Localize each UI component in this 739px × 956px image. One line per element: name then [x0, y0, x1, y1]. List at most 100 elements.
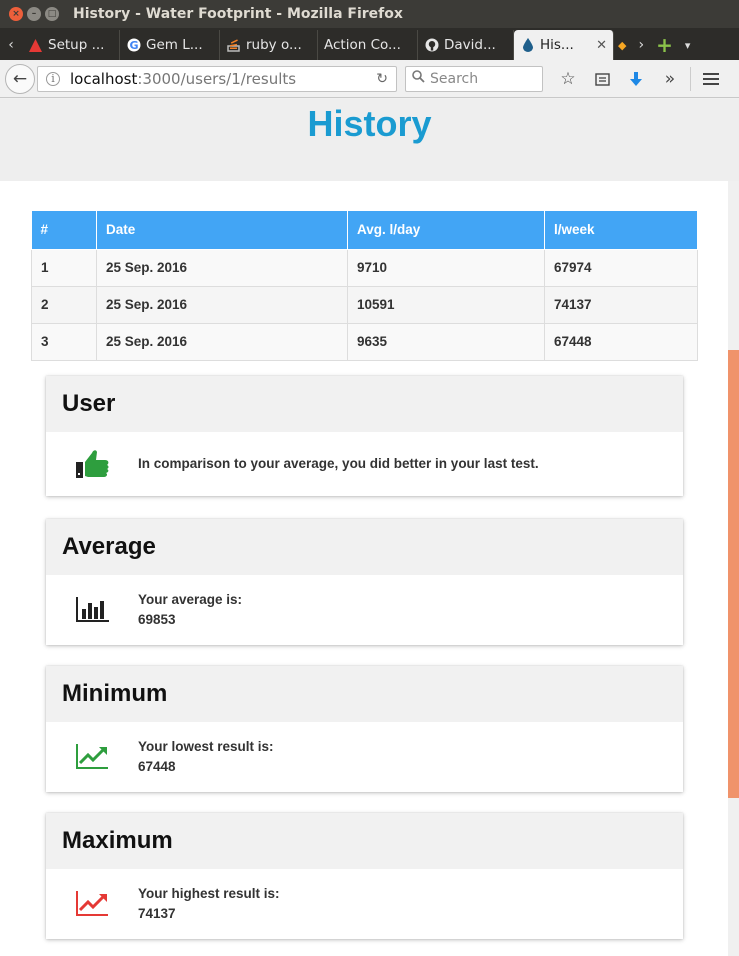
card-body: Your average is: 69853 — [46, 575, 683, 645]
table-cell: 3 — [31, 322, 97, 361]
search-placeholder: Search — [430, 70, 479, 87]
table-cell: 1 — [31, 248, 97, 287]
table-row: 1 25 Sep. 2016 9710 67974 — [31, 248, 698, 287]
window-maximize-button[interactable]: □ — [45, 7, 59, 21]
bar-chart-icon — [74, 592, 110, 628]
bookmark-star-icon[interactable]: ☆ — [551, 64, 585, 94]
maximum-label: Your highest result is: — [138, 886, 280, 901]
card-title: Average — [46, 519, 683, 575]
average-text-block: Your average is: 69853 — [138, 590, 242, 630]
orange-tab-edge-icon: ◆ — [618, 38, 627, 52]
tab-bar: ‹ Setup ... G Gem L... ruby o... Action … — [0, 28, 739, 60]
tab-bar-controls: ◆ › + ▾ — [614, 30, 690, 60]
new-tab-plus-icon[interactable]: + — [656, 33, 673, 57]
user-comparison-text: In comparison to your average, you did b… — [138, 456, 539, 471]
page-viewport: History # Date Avg. l/day l/week 1 25 Se… — [0, 99, 739, 956]
tab-scroll-left-button[interactable]: ‹ — [0, 30, 22, 60]
tab-history-active[interactable]: His... ✕ — [514, 30, 614, 60]
maximum-value: 74137 — [138, 906, 176, 921]
card-body: Your lowest result is: 67448 — [46, 722, 683, 792]
table-cell: 25 Sep. 2016 — [96, 322, 348, 361]
tab-david[interactable]: David... — [418, 30, 514, 60]
table-cell: 74137 — [544, 285, 698, 324]
tab-label: ruby o... — [246, 37, 302, 53]
column-header: Date — [96, 211, 348, 250]
url-path: :3000/users/1/results — [137, 69, 297, 88]
overflow-chevron-icon[interactable]: » — [653, 64, 687, 94]
maximum-text-block: Your highest result is: 74137 — [138, 884, 280, 924]
water-drop-icon — [520, 38, 535, 53]
url-bar[interactable]: i localhost:3000/users/1/results ↻ — [37, 65, 397, 92]
page-scrollbar-thumb[interactable] — [728, 350, 739, 798]
main-content: # Date Avg. l/day l/week 1 25 Sep. 2016 … — [0, 181, 728, 956]
table-row: 2 25 Sep. 2016 10591 74137 — [31, 285, 698, 324]
column-header: # — [31, 211, 97, 250]
tab-gem[interactable]: G Gem L... — [120, 30, 220, 60]
back-button[interactable]: ← — [5, 63, 35, 94]
download-arrow-icon[interactable] — [619, 64, 653, 94]
table-header-row: # Date Avg. l/day l/week — [31, 211, 698, 250]
tab-label: Setup ... — [48, 37, 105, 53]
column-header: l/week — [544, 211, 698, 250]
table-row: 3 25 Sep. 2016 9635 67448 — [31, 322, 698, 361]
toolbar-separator — [690, 66, 691, 91]
column-header: Avg. l/day — [347, 211, 545, 250]
tab-action-controller[interactable]: Action Co... — [318, 30, 418, 60]
minimum-card: Minimum Your lowest result is: 67448 — [46, 666, 683, 792]
reload-icon[interactable]: ↻ — [376, 71, 388, 87]
tab-setup[interactable]: Setup ... — [22, 30, 120, 60]
search-icon — [412, 70, 425, 87]
toolbar-icons: ☆ » — [551, 64, 728, 94]
page-title: History — [307, 103, 432, 144]
tab-close-icon[interactable]: ✕ — [596, 38, 607, 53]
maximum-card: Maximum Your highest result is: 74137 — [46, 813, 683, 939]
card-title: Maximum — [46, 813, 683, 869]
average-label: Your average is: — [138, 592, 243, 607]
github-icon — [424, 38, 439, 53]
search-input[interactable]: Search — [405, 65, 543, 92]
average-card: Average Your average is: 69853 — [46, 519, 683, 645]
table-cell: 10591 — [347, 285, 545, 324]
tab-label: His... — [540, 37, 574, 53]
trend-up-green-icon — [74, 739, 110, 775]
history-table: # Date Avg. l/day l/week 1 25 Sep. 2016 … — [31, 211, 698, 361]
window-title: History - Water Footprint - Mozilla Fire… — [73, 6, 403, 22]
navigation-bar: ← i localhost:3000/users/1/results ↻ Sea… — [0, 60, 739, 98]
trend-up-red-icon — [74, 886, 110, 922]
card-title: User — [46, 376, 683, 432]
minimum-text-block: Your lowest result is: 67448 — [138, 737, 274, 777]
red-triangle-icon — [28, 38, 43, 53]
tab-label: Action Co... — [324, 37, 401, 53]
card-body: Your highest result is: 74137 — [46, 869, 683, 939]
window-minimize-button[interactable]: – — [27, 7, 41, 21]
minimum-value: 67448 — [138, 759, 176, 774]
url-host: localhost — [70, 69, 138, 88]
tab-list-chevron-down-icon[interactable]: ▾ — [685, 39, 691, 52]
thumbs-up-icon — [74, 446, 110, 482]
window-controls: × – □ — [9, 7, 59, 21]
table-cell: 2 — [31, 285, 97, 324]
window-titlebar: × – □ History - Water Footprint - Mozill… — [0, 0, 739, 28]
reading-list-icon[interactable] — [585, 64, 619, 94]
tab-scroll-right-button[interactable]: › — [638, 37, 644, 53]
table-cell: 67448 — [544, 322, 698, 361]
tab-label: David... — [444, 37, 496, 53]
tab-ruby[interactable]: ruby o... — [220, 30, 318, 60]
average-value: 69853 — [138, 612, 176, 627]
table-cell: 9635 — [347, 322, 545, 361]
table-cell: 25 Sep. 2016 — [96, 248, 348, 287]
google-icon: G — [126, 38, 141, 53]
stackoverflow-icon — [226, 38, 241, 53]
page-header: History — [0, 99, 739, 181]
table-cell: 9710 — [347, 248, 545, 287]
site-info-icon[interactable]: i — [46, 71, 60, 86]
table-cell: 67974 — [544, 248, 698, 287]
minimum-label: Your lowest result is: — [138, 739, 274, 754]
user-card: User In comparison to your average, you … — [46, 376, 683, 496]
card-body: In comparison to your average, you did b… — [46, 432, 683, 496]
hamburger-menu-icon[interactable] — [694, 64, 728, 94]
svg-text:G: G — [129, 39, 138, 52]
table-cell: 25 Sep. 2016 — [96, 285, 348, 324]
card-title: Minimum — [46, 666, 683, 722]
window-close-button[interactable]: × — [9, 7, 23, 21]
